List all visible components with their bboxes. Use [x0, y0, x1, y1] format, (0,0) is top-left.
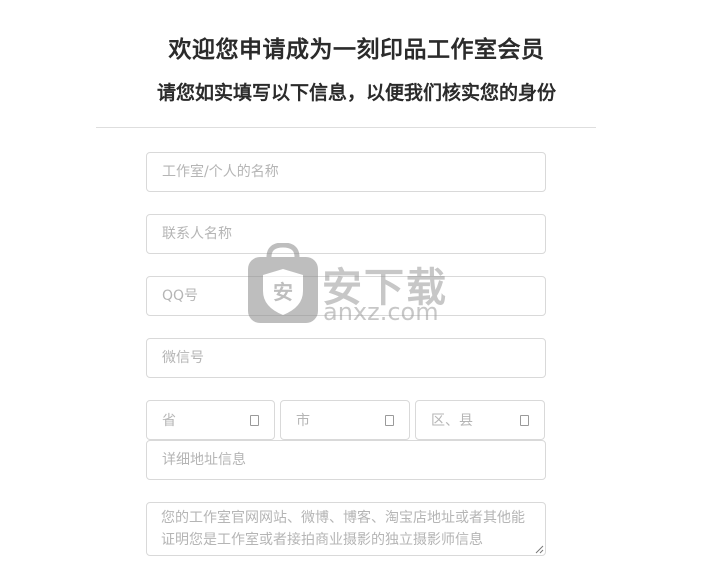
wechat-input[interactable]	[146, 338, 546, 378]
watermark-brand-en: anxz.com	[323, 298, 439, 326]
page-title: 欢迎您申请成为一刻印品工作室会员	[168, 36, 545, 63]
watermark-logo-icon: 安	[248, 243, 318, 323]
city-select-label: 市	[296, 413, 310, 429]
dropdown-icon	[385, 414, 394, 426]
dropdown-icon	[520, 414, 529, 426]
studio-name-input[interactable]	[146, 152, 546, 192]
resize-handle-icon[interactable]	[535, 545, 544, 554]
contact-name-input[interactable]	[146, 214, 546, 254]
province-select[interactable]: 省	[146, 400, 275, 440]
district-select[interactable]: 区、县	[415, 400, 545, 440]
dropdown-icon	[250, 414, 259, 426]
city-select[interactable]: 市	[280, 400, 410, 440]
page-subtitle: 请您如实填写以下信息，以便我们核实您的身份	[156, 82, 556, 104]
divider	[96, 127, 596, 128]
address-input[interactable]	[146, 440, 546, 480]
svg-text:安: 安	[273, 280, 293, 304]
proof-textarea[interactable]	[146, 502, 546, 556]
district-select-label: 区、县	[431, 413, 473, 429]
province-select-label: 省	[162, 413, 176, 429]
